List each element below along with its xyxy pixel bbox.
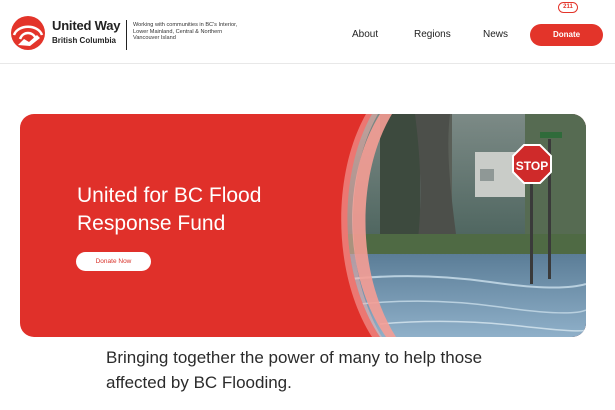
site-header: United Way British Columbia Working with… xyxy=(0,0,615,64)
donate-button[interactable]: Donate xyxy=(530,24,603,46)
nav-item-regions[interactable]: Regions xyxy=(414,29,451,40)
nav-item-news[interactable]: News xyxy=(483,29,508,40)
donate-now-button[interactable]: Donate Now xyxy=(76,252,151,271)
hero-title: United for BC Flood Response Fund xyxy=(77,184,262,235)
brand-tagline: Working with communities in BC's Interio… xyxy=(133,22,238,42)
call-211-badge[interactable]: 211 xyxy=(558,2,578,13)
hero-banner: STOP United for BC Flood Response Fund D… xyxy=(20,114,586,337)
brand-name: United Way xyxy=(52,18,121,33)
stop-sign-text: STOP xyxy=(516,159,548,173)
brand-wordmark: United Way British Columbia xyxy=(52,18,121,46)
brand-divider xyxy=(126,20,127,50)
united-way-hand-logo-icon xyxy=(11,16,45,50)
nav-item-about[interactable]: About xyxy=(352,29,378,40)
lead-text: Bringing together the power of many to h… xyxy=(106,348,483,392)
brand-region: British Columbia xyxy=(52,36,117,45)
